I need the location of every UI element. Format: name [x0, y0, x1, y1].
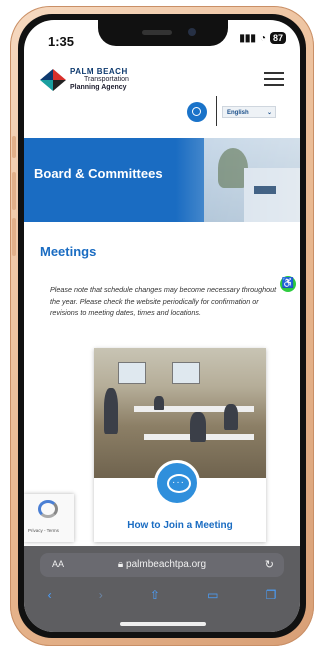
screen: 1:35 ▮▮▮ ◔ 87 PALM BEACH Transportation …	[24, 20, 300, 632]
page-title: Board & Committees	[34, 166, 163, 181]
address-bar[interactable]: AA 🔒︎ palmbeachtpa.org ↻	[40, 553, 284, 577]
join-meeting-card[interactable]: ··· How to Join a Meeting	[94, 348, 266, 542]
accessibility-icon[interactable]: ♿	[280, 276, 296, 292]
home-indicator	[120, 622, 206, 626]
schedule-note: Please note that schedule changes may be…	[50, 285, 277, 317]
logo-mark-icon	[40, 69, 66, 91]
mute-switch	[12, 136, 16, 158]
bookmarks-icon[interactable]: ▭	[207, 588, 218, 602]
menu-icon[interactable]	[264, 72, 284, 90]
org-name: PALM BEACH Transportation Planning Agenc…	[70, 68, 129, 92]
forward-icon[interactable]: ›	[99, 588, 103, 602]
org-logo[interactable]: PALM BEACH Transportation Planning Agenc…	[40, 68, 129, 92]
share-icon[interactable]: ⇧	[150, 588, 160, 602]
language-select[interactable]: English ⌄	[222, 106, 276, 118]
chat-icon: ···	[154, 460, 200, 506]
reload-icon[interactable]: ↻	[265, 558, 274, 571]
card-title: How to Join a Meeting	[127, 520, 233, 531]
meeting-photo	[94, 348, 266, 478]
search-icon[interactable]	[187, 102, 207, 122]
org-name-line3: Planning Agency	[70, 84, 127, 91]
lock-icon: 🔒︎	[117, 559, 124, 570]
recaptcha-links[interactable]: Privacy - Terms	[28, 528, 59, 533]
url-text[interactable]: 🔒︎ palmbeachtpa.org	[40, 559, 284, 570]
recaptcha-icon	[38, 500, 58, 518]
recaptcha-badge[interactable]: Privacy - Terms	[24, 494, 74, 542]
org-name-line2: Transportation	[84, 76, 129, 83]
browser-toolbar: AA 🔒︎ palmbeachtpa.org ↻ ‹ › ⇧ ▭ ❐	[24, 546, 300, 632]
back-icon[interactable]: ‹	[48, 588, 52, 602]
url-value: palmbeachtpa.org	[126, 559, 207, 570]
tabs-icon[interactable]: ❐	[266, 588, 277, 602]
page-banner: Board & Committees	[24, 138, 300, 222]
signal-icon: ▮▮▮	[239, 32, 256, 44]
wifi-icon: ◔	[259, 32, 266, 44]
status-time: 1:35	[48, 34, 75, 49]
org-name-line1: PALM BEACH	[70, 67, 128, 76]
phone-bezel: 1:35 ▮▮▮ ◔ 87 PALM BEACH Transportation …	[18, 14, 306, 638]
chevron-down-icon: ⌄	[266, 110, 272, 116]
battery-icon: 87	[269, 32, 286, 44]
building-photo	[204, 138, 300, 222]
language-selected: English	[227, 110, 249, 116]
browser-nav: ‹ › ⇧ ▭ ❐	[24, 588, 300, 602]
volume-down-button	[12, 218, 16, 256]
volume-up-button	[12, 172, 16, 210]
notch	[98, 20, 228, 46]
site-header: PALM BEACH Transportation Planning Agenc…	[24, 54, 300, 146]
section-heading: Meetings	[40, 244, 97, 259]
status-icons: ▮▮▮ ◔ 87	[239, 32, 286, 44]
header-divider	[216, 96, 217, 126]
